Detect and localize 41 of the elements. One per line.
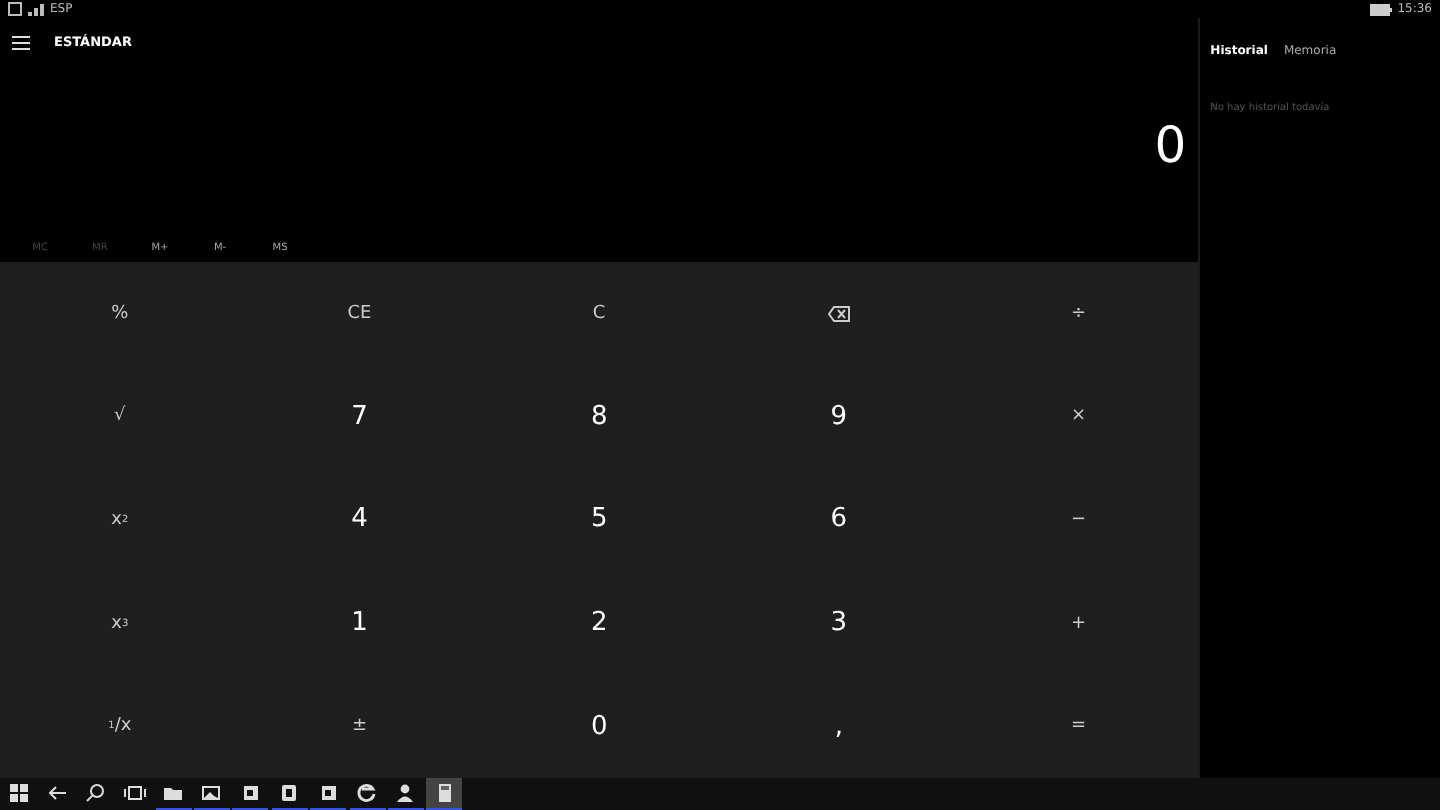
digit-key[interactable]: 1 [343,604,376,643]
operator-key[interactable]: % [103,299,137,328]
browser-icon [356,782,379,804]
digit-key[interactable]: 3 [822,604,856,643]
digit-key[interactable]: , [826,707,851,746]
photo-icon [200,782,223,804]
taskbar-button[interactable] [349,778,386,810]
person-icon [394,782,417,804]
operator-key[interactable]: CE [339,299,380,328]
operator-key[interactable]: + [1062,609,1095,638]
operator-key[interactable]: √ [106,402,134,431]
signal-icon [28,2,44,16]
digit-key[interactable]: 8 [582,397,616,436]
digit-key[interactable]: 5 [582,500,616,539]
display-value: 0 [1154,115,1187,175]
back-arrow-icon [45,782,68,804]
digit-key[interactable]: 9 [822,397,856,436]
digit-key[interactable]: 7 [343,397,376,436]
operator-key[interactable]: C [584,299,614,328]
calculator-icon [433,782,456,804]
taskbar-button[interactable] [426,778,463,810]
operator-key[interactable]: × [1062,402,1095,431]
digit-key[interactable]: 2 [582,604,616,643]
search-icon [84,782,107,804]
operator-key[interactable]: = [1062,712,1095,741]
folder-icon [162,782,185,804]
operator-key[interactable]: x$^{2}$ [103,505,137,534]
digit-key[interactable]: 0 [582,707,616,746]
operator-key[interactable]: − [1062,505,1095,534]
battery-icon [1369,3,1392,15]
operator-key[interactable]: ÷ [1062,299,1095,328]
digit-key[interactable]: 6 [822,500,856,539]
operator-key[interactable]: $^{1}$/x [100,712,140,741]
message-icon [8,2,22,16]
menu-icon [12,35,30,49]
task-view-icon [123,782,146,804]
operator-key[interactable]: ± [343,712,376,741]
windows-icon [7,782,29,804]
digit-key[interactable]: 4 [343,500,376,539]
operator-key[interactable]: x$^{3}$ [103,609,137,638]
backspace-icon [827,305,850,322]
